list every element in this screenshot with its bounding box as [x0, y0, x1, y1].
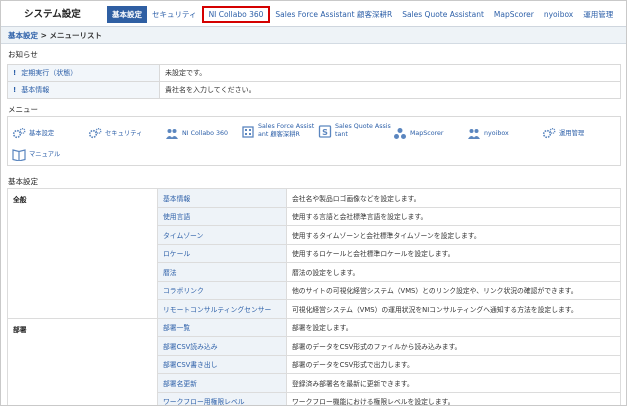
notice-row: ! 基本情報 貴社名を入力してください。 — [7, 81, 621, 99]
setting-link[interactable]: 基本情報 — [157, 188, 287, 208]
circles-icon — [393, 127, 407, 140]
group-label-general: 全般 — [7, 188, 158, 319]
gears-icon — [12, 127, 26, 140]
setting-link[interactable]: 暦法 — [157, 262, 287, 282]
setting-description: 可視化経営システム（VMS）の運用状況をNIコンサルティングへ通知する方法を設定… — [286, 299, 621, 319]
menu-heading: メニュー — [8, 105, 38, 114]
people-icon — [467, 127, 481, 140]
tab-security[interactable]: セキュリティ — [147, 6, 202, 23]
app-window: システム設定 基本設定 セキュリティ NI Collabo 360 Sales … — [0, 0, 627, 406]
people-icon — [165, 127, 179, 140]
setting-description: 他のサイトの可視化経営システム（VMS）とのリンク設定や、リンク状況の確認ができ… — [286, 280, 621, 300]
setting-link[interactable]: 部署CSV書き出し — [157, 354, 287, 374]
gears-icon — [88, 127, 102, 140]
alert-icon: ! — [13, 86, 17, 94]
setting-description: 会社名や製品ロゴ画像などを設定します。 — [286, 188, 621, 208]
alert-icon: ! — [13, 69, 17, 77]
tab-bar: 基本設定 セキュリティ NI Collabo 360 Sales Force A… — [107, 6, 618, 26]
menu-item-basic-settings[interactable]: 基本設定 — [12, 127, 54, 140]
setting-link[interactable]: コラボリンク — [157, 280, 287, 300]
menu-item-security[interactable]: セキュリティ — [88, 127, 142, 140]
menu-item-manual[interactable]: マニュアル — [12, 148, 60, 162]
notice-value: 貴社名を入力してください。 — [159, 81, 621, 99]
menu-item-sales-quote-assistant[interactable]: S Sales Quote Assis tant — [318, 123, 391, 139]
setting-description: 部署のデータをCSV形式で出力します。 — [286, 354, 621, 374]
app-title: システム設定 — [24, 9, 81, 20]
setting-link[interactable]: 部署一覧 — [157, 317, 287, 337]
setting-description: 使用する言語と会社標準言語を設定します。 — [286, 206, 621, 226]
tab-sales-quote-assistant[interactable]: Sales Quote Assistant — [397, 6, 489, 23]
top-bar: システム設定 基本設定 セキュリティ NI Collabo 360 Sales … — [1, 1, 626, 27]
tab-operations[interactable]: 運用管理 — [578, 6, 618, 23]
setting-description: 暦法の設定をします。 — [286, 262, 621, 282]
settings-table: 全般 基本情報 会社名や製品ロゴ画像などを設定します。 使用言語 使用する言語と… — [7, 188, 621, 405]
setting-link[interactable]: 使用言語 — [157, 206, 287, 226]
menu-item-sales-force-assistant[interactable]: Sales Force Assist ant 顧客深耕R — [241, 123, 314, 139]
book-icon — [12, 148, 26, 162]
notice-link-scheduled-run[interactable]: 定期実行（状態） — [21, 69, 77, 77]
breadcrumb-separator: > — [38, 31, 50, 40]
group-label-department: 部署 — [7, 317, 158, 405]
building-icon — [241, 125, 255, 138]
s-box-icon: S — [318, 124, 332, 138]
tab-nyoibox[interactable]: nyoibox — [539, 6, 578, 23]
notice-row: ! 定期実行（状態） 未設定です。 — [7, 64, 621, 82]
setting-description: 使用するタイムゾーンと会社標準タイムゾーンを設定します。 — [286, 225, 621, 245]
setting-link[interactable]: タイムゾーン — [157, 225, 287, 245]
notice-link-basic-info[interactable]: 基本情報 — [21, 86, 49, 94]
svg-text:S: S — [322, 128, 328, 137]
setting-description: 使用するロケールと会社標準ロケールを設定します。 — [286, 243, 621, 263]
setting-link[interactable]: 部署名更新 — [157, 373, 287, 393]
setting-description: ワークフロー機能における権限レベルを設定します。 — [286, 391, 621, 405]
menu-item-mapscorer[interactable]: MapScorer — [393, 127, 444, 140]
setting-link[interactable]: リモートコンサルティングセンサー — [157, 299, 287, 319]
notice-value: 未設定です。 — [159, 64, 621, 82]
setting-link[interactable]: ワークフロー用権限レベル — [157, 391, 287, 405]
setting-description: 部署を設定します。 — [286, 317, 621, 337]
breadcrumb-current: メニューリスト — [49, 31, 103, 40]
breadcrumb: 基本設定 > メニューリスト — [1, 27, 626, 44]
menu-item-nyoibox[interactable]: nyoibox — [467, 127, 509, 140]
setting-description: 部署のデータをCSV形式のファイルから読み込みます。 — [286, 336, 621, 356]
setting-link[interactable]: 部署CSV読み込み — [157, 336, 287, 356]
notices-heading: お知らせ — [8, 50, 38, 59]
settings-heading: 基本設定 — [8, 177, 38, 186]
gears-icon — [542, 127, 556, 140]
notices-table: ! 定期実行（状態） 未設定です。 ! 基本情報 貴社名を入力してください。 — [7, 64, 621, 99]
setting-description: 登録済み部署名を最新に更新できます。 — [286, 373, 621, 393]
menu-item-ni-collabo-360[interactable]: NI Collabo 360 — [165, 127, 228, 140]
tab-sales-force-assistant[interactable]: Sales Force Assistant 顧客深耕R — [270, 6, 397, 23]
breadcrumb-link-basic-settings[interactable]: 基本設定 — [8, 31, 38, 40]
table-row: 全般 基本情報 会社名や製品ロゴ画像などを設定します。 — [7, 188, 621, 319]
menu-item-operations[interactable]: 運用管理 — [542, 127, 584, 140]
tab-ni-collabo-360[interactable]: NI Collabo 360 — [201, 6, 271, 23]
tab-basic-settings[interactable]: 基本設定 — [107, 6, 147, 23]
setting-link[interactable]: ロケール — [157, 243, 287, 263]
menu-panel: 基本設定 セキュリティ NI Collabo 360 Sales Force A… — [7, 116, 621, 166]
tab-mapscorer[interactable]: MapScorer — [489, 6, 539, 23]
table-row: 部署 部署一覧 部署を設定します。 — [7, 317, 621, 405]
